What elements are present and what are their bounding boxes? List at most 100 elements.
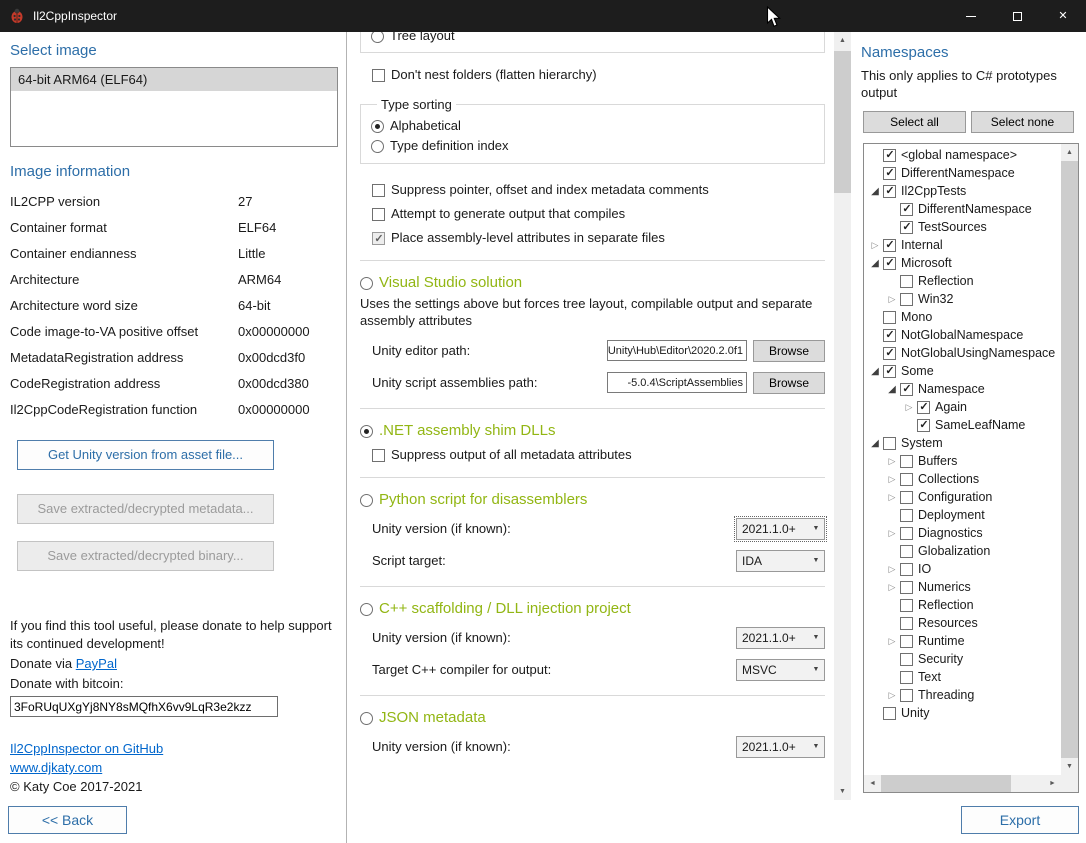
- namespace-tree-item[interactable]: ◢System: [864, 434, 1061, 452]
- namespace-checkbox[interactable]: [883, 257, 896, 270]
- namespace-checkbox[interactable]: [900, 203, 913, 216]
- save-metadata-button[interactable]: Save extracted/decrypted metadata...: [17, 494, 274, 524]
- scrollbar-thumb[interactable]: [834, 51, 851, 193]
- unity-editor-path-input[interactable]: Files\Unity\Hub\Editor\2020.2.0f1: [607, 340, 747, 361]
- namespace-checkbox[interactable]: [900, 293, 913, 306]
- namespace-checkbox[interactable]: [900, 581, 913, 594]
- scroll-down-icon[interactable]: ▼: [1061, 758, 1078, 775]
- namespace-tree-item[interactable]: ▷IO: [864, 560, 1061, 578]
- namespace-checkbox[interactable]: [900, 473, 913, 486]
- save-binary-button[interactable]: Save extracted/decrypted binary...: [17, 541, 274, 571]
- browse-editor-path-button[interactable]: Browse: [753, 340, 825, 362]
- dotnet-shim-dlls-radio[interactable]: .NET assembly shim DLLs: [360, 423, 825, 439]
- namespace-checkbox[interactable]: [900, 599, 913, 612]
- expand-icon[interactable]: ▷: [884, 456, 900, 467]
- namespace-checkbox[interactable]: [900, 383, 913, 396]
- json-metadata-radio[interactable]: JSON metadata: [360, 710, 825, 726]
- image-listbox[interactable]: 64-bit ARM64 (ELF64): [10, 67, 338, 147]
- namespace-tree-item[interactable]: NotGlobalNamespace: [864, 326, 1061, 344]
- back-button[interactable]: << Back: [8, 806, 127, 834]
- type-definition-index-radio[interactable]: Type definition index: [371, 138, 814, 154]
- namespace-checkbox[interactable]: [883, 347, 896, 360]
- expand-icon[interactable]: ▷: [884, 528, 900, 539]
- browse-assemblies-path-button[interactable]: Browse: [753, 372, 825, 394]
- namespace-checkbox[interactable]: [900, 689, 913, 702]
- namespace-checkbox[interactable]: [900, 275, 913, 288]
- namespace-checkbox[interactable]: [883, 239, 896, 252]
- namespace-checkbox[interactable]: [883, 365, 896, 378]
- generate-compiling-output-checkbox[interactable]: Attempt to generate output that compiles: [372, 206, 825, 222]
- image-list-item[interactable]: 64-bit ARM64 (ELF64): [11, 68, 337, 91]
- namespace-tree-item[interactable]: ◢Some: [864, 362, 1061, 380]
- paypal-link[interactable]: PayPal: [76, 656, 117, 671]
- namespace-tree-item[interactable]: ▷Collections: [864, 470, 1061, 488]
- select-none-button[interactable]: Select none: [971, 111, 1074, 133]
- collapse-icon[interactable]: ◢: [867, 258, 883, 269]
- namespace-tree-item[interactable]: NotGlobalUsingNamespace: [864, 344, 1061, 362]
- expand-icon[interactable]: ▷: [884, 636, 900, 647]
- collapse-icon[interactable]: ◢: [867, 186, 883, 197]
- namespace-checkbox[interactable]: [883, 185, 896, 198]
- select-all-button[interactable]: Select all: [863, 111, 966, 133]
- namespace-tree-item[interactable]: Unity: [864, 704, 1061, 722]
- get-unity-version-button[interactable]: Get Unity version from asset file...: [17, 440, 274, 470]
- namespace-checkbox[interactable]: [900, 491, 913, 504]
- scroll-left-icon[interactable]: ◄: [864, 775, 881, 792]
- expand-icon[interactable]: ▷: [884, 582, 900, 593]
- namespace-tree-item[interactable]: ▷Win32: [864, 290, 1061, 308]
- namespace-checkbox[interactable]: [900, 563, 913, 576]
- script-target-select[interactable]: IDA ▼: [736, 550, 825, 572]
- namespace-checkbox[interactable]: [883, 707, 896, 720]
- close-button[interactable]: ✕: [1040, 0, 1086, 32]
- namespace-tree-item[interactable]: DifferentNamespace: [864, 164, 1061, 182]
- namespace-tree-item[interactable]: ▷Diagnostics: [864, 524, 1061, 542]
- json-unity-version-select[interactable]: 2021.1.0+ ▼: [736, 736, 825, 758]
- scroll-right-icon[interactable]: ►: [1044, 775, 1061, 792]
- namespace-tree-item[interactable]: SameLeafName: [864, 416, 1061, 434]
- namespace-checkbox[interactable]: [917, 401, 930, 414]
- website-link[interactable]: www.djkaty.com: [10, 760, 102, 775]
- namespace-checkbox[interactable]: [900, 653, 913, 666]
- script-assemblies-path-input[interactable]: -5.0.4\ScriptAssemblies: [607, 372, 747, 393]
- namespace-tree-item[interactable]: ◢Il2CppTests: [864, 182, 1061, 200]
- namespace-checkbox[interactable]: [883, 167, 896, 180]
- namespace-checkbox[interactable]: [917, 419, 930, 432]
- namespace-checkbox[interactable]: [900, 617, 913, 630]
- minimize-button[interactable]: [948, 0, 994, 32]
- tree-horizontal-scrollbar[interactable]: ◄ ►: [864, 775, 1061, 792]
- suppress-comments-checkbox[interactable]: Suppress pointer, offset and index metad…: [372, 182, 825, 198]
- namespace-checkbox[interactable]: [900, 509, 913, 522]
- expand-icon[interactable]: ▷: [884, 492, 900, 503]
- tree-layout-radio[interactable]: Tree layout: [371, 32, 814, 44]
- github-link[interactable]: Il2CppInspector on GitHub: [10, 741, 163, 756]
- namespace-tree-item[interactable]: ▷Threading: [864, 686, 1061, 704]
- namespace-tree-item[interactable]: Reflection: [864, 596, 1061, 614]
- suppress-metadata-attributes-checkbox[interactable]: Suppress output of all metadata attribut…: [372, 447, 825, 463]
- namespace-checkbox[interactable]: [900, 221, 913, 234]
- python-script-radio[interactable]: Python script for disassemblers: [360, 492, 825, 508]
- expand-icon[interactable]: ▷: [901, 402, 917, 413]
- namespace-tree-item[interactable]: Mono: [864, 308, 1061, 326]
- expand-icon[interactable]: ▷: [884, 690, 900, 701]
- namespace-tree-item[interactable]: <global namespace>: [864, 146, 1061, 164]
- expand-icon[interactable]: ▷: [884, 564, 900, 575]
- namespace-checkbox[interactable]: [900, 545, 913, 558]
- namespace-checkbox[interactable]: [883, 311, 896, 324]
- namespace-tree-item[interactable]: Resources: [864, 614, 1061, 632]
- expand-icon[interactable]: ▷: [884, 294, 900, 305]
- collapse-icon[interactable]: ◢: [884, 384, 900, 395]
- scroll-up-icon[interactable]: ▲: [834, 32, 851, 49]
- namespace-tree-item[interactable]: TestSources: [864, 218, 1061, 236]
- expand-icon[interactable]: ▷: [884, 474, 900, 485]
- visual-studio-solution-radio[interactable]: Visual Studio solution: [360, 275, 825, 291]
- namespace-tree-item[interactable]: ▷Buffers: [864, 452, 1061, 470]
- maximize-button[interactable]: [994, 0, 1040, 32]
- namespace-checkbox[interactable]: [900, 671, 913, 684]
- expand-icon[interactable]: ▷: [867, 240, 883, 251]
- scroll-up-icon[interactable]: ▲: [1061, 144, 1078, 161]
- namespace-checkbox[interactable]: [900, 527, 913, 540]
- scroll-down-icon[interactable]: ▼: [834, 783, 851, 800]
- namespace-tree-item[interactable]: ▷Runtime: [864, 632, 1061, 650]
- separate-attributes-checkbox[interactable]: Place assembly-level attributes in separ…: [372, 230, 825, 246]
- collapse-icon[interactable]: ◢: [867, 366, 883, 377]
